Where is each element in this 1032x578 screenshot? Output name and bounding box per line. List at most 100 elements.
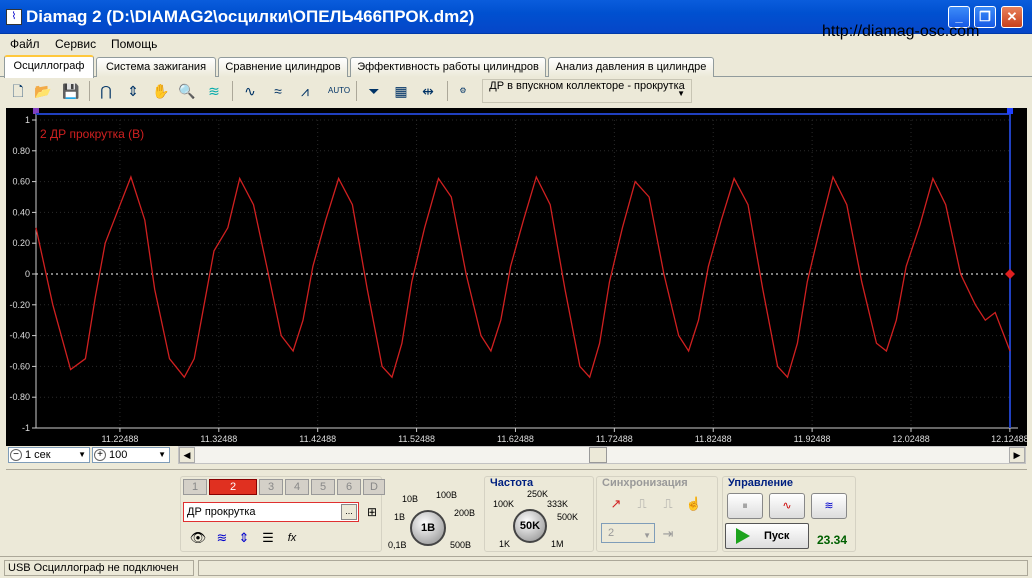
diamag-app-icon[interactable]: ⌇ [6, 9, 22, 25]
voltage-label: 200В [454, 508, 476, 518]
channel-button-d[interactable]: D [363, 479, 385, 495]
frequency-label: 1M [551, 539, 564, 549]
scroll-thumb[interactable] [589, 447, 607, 463]
x-tick-label: 11.42488 [299, 434, 336, 444]
tab-cylinder-efficiency[interactable]: Эффективность работы цилиндров [350, 57, 546, 77]
fps-value: 23.34 [817, 533, 848, 547]
signal-browse-button[interactable]: ... [341, 504, 357, 520]
hand-pan-icon[interactable]: ✋ [151, 81, 171, 101]
voltage-label: 1В [394, 512, 406, 522]
scroll-right-icon[interactable]: ▶ [1009, 447, 1025, 463]
oscilloscope-display[interactable]: 1 0.80 0.60 0.40 0.20 0 -0.20 -0.40 -0.60 -0.80 -1… [6, 108, 1027, 446]
sync-channel-select[interactable]: 2 ▼ [601, 523, 655, 543]
y-tick-label: 0.60 [12, 177, 30, 187]
ignition-icon[interactable]: ≋ [204, 81, 224, 101]
voltage-label: 0,1В [388, 540, 407, 550]
close-icon[interactable]: ✕ [1001, 6, 1023, 28]
auto-settings-icon[interactable]: ⚙ [453, 81, 473, 101]
menu-file[interactable]: Файл [10, 37, 40, 51]
multi-wave-icon[interactable]: ≋ [811, 493, 847, 519]
run-button[interactable]: Пуск [725, 523, 809, 549]
y-tick-label: -0.20 [9, 300, 30, 310]
sync-title: Синхронизация [602, 477, 688, 489]
sync-manual-icon[interactable]: ☝ [685, 495, 703, 513]
source-select[interactable]: ДР в впускном коллекторе - прокрутка ▼ [482, 79, 692, 103]
wave-peak-icon[interactable]: ⩘ [295, 81, 315, 101]
open-folder-icon[interactable]: 📂 [33, 81, 53, 101]
chevron-down-icon: ▼ [78, 450, 86, 459]
wave-invert-icon[interactable]: ≋ [213, 529, 231, 547]
hatch-icon[interactable]: ☰ [259, 529, 277, 547]
sync-edge-down-icon[interactable]: ⎍ [659, 495, 677, 513]
voltage-label: 100В [436, 490, 458, 500]
menu-help[interactable]: Помощь [111, 37, 157, 51]
voltage-knob-panel: 10В 100В 1В 200В 0,1В 500В 1В [388, 476, 484, 554]
frequency-label: 100K [493, 499, 515, 509]
table-icon[interactable]: ▦ [391, 81, 411, 101]
sync-shift-icon[interactable]: ⇥ [659, 525, 677, 543]
tab-ignition[interactable]: Система зажигания [96, 57, 216, 77]
voltage-knob[interactable]: 1В [410, 510, 446, 546]
chevron-down-icon: ▼ [158, 450, 166, 459]
tab-cylinder-compare[interactable]: Сравнение цилиндров [218, 57, 348, 77]
time-bar: − 1 сек ▼ + 100 ▼ ◀ ▶ [6, 446, 1027, 464]
cursor-line-icon[interactable]: ⇹ [418, 81, 438, 101]
eye-icon[interactable]: 👁 [189, 529, 207, 547]
x-tick-label: 11.52488 [398, 434, 435, 444]
signal-list-icon[interactable]: ⊞ [363, 503, 381, 521]
auto-scale-icon[interactable]: AUTO [328, 81, 350, 101]
wave-filter-icon[interactable]: ≈ [268, 81, 288, 101]
minus-icon[interactable]: − [10, 449, 22, 461]
source-select-label: ДР в впускном коллекторе - прокрутка [489, 80, 685, 92]
sync-rising-icon[interactable]: ↗ [607, 495, 625, 513]
vertical-shift-icon[interactable]: ⇕ [235, 529, 253, 547]
trigger-marker [1005, 269, 1015, 279]
timebase-value: 1 сек [25, 449, 51, 461]
channel-button-2[interactable]: 2 [209, 479, 257, 495]
y-tick-label: 0.40 [12, 207, 30, 217]
new-file-icon[interactable]: 🗋 [8, 81, 28, 101]
channel-label: 2 ДР прокрутка (В) [40, 127, 145, 141]
channel-button-6[interactable]: 6 [337, 479, 361, 495]
run-label: Пуск [764, 530, 790, 542]
chevron-down-icon: ▼ [677, 89, 685, 98]
x-tick-label: 11.22488 [101, 434, 138, 444]
play-icon [736, 528, 750, 544]
tab-pressure-analysis[interactable]: Анализ давления в цилиндре [548, 57, 714, 77]
cursor-markers-icon[interactable]: ⋂ [96, 81, 116, 101]
frequency-label: 1K [499, 539, 511, 549]
x-tick-label: 11.62488 [497, 434, 534, 444]
function-icon[interactable]: fx [283, 529, 301, 547]
scroll-left-icon[interactable]: ◀ [179, 447, 195, 463]
timebase-select[interactable]: − 1 сек ▼ [8, 447, 90, 463]
sync-edge-up-icon[interactable]: ⎍ [633, 495, 651, 513]
pause-icon[interactable]: ⏸ [727, 493, 763, 519]
control-title: Управление [728, 477, 794, 489]
signal-input[interactable]: ДР прокрутка [183, 502, 359, 522]
menu-service[interactable]: Сервис [55, 37, 96, 51]
panel-divider[interactable] [6, 465, 1027, 470]
save-icon[interactable]: 💾 [61, 81, 81, 101]
tab-oscilloscope[interactable]: Осциллограф [4, 55, 94, 78]
x-tick-label: 11.82488 [695, 434, 732, 444]
sine-wave-icon[interactable]: ∿ [769, 493, 805, 519]
channel-filter-icon[interactable]: ⏷ [364, 81, 384, 101]
frequency-knob[interactable]: 50K [513, 509, 547, 543]
measure-icon[interactable]: ⇕ [123, 81, 143, 101]
voltage-label: 500В [450, 540, 472, 550]
zoom-icon[interactable]: 🔍 [177, 81, 197, 101]
x-tick-label: 11.32488 [200, 434, 237, 444]
channel-button-3[interactable]: 3 [259, 479, 283, 495]
x-tick-label: 12.12488 [991, 434, 1027, 444]
frequency-label: 333K [547, 499, 569, 509]
horizontal-scrollbar[interactable]: ◀ ▶ [178, 446, 1026, 464]
plus-icon[interactable]: + [94, 449, 106, 461]
channel-button-5[interactable]: 5 [311, 479, 335, 495]
wave-compare-icon[interactable]: ∿ [240, 81, 260, 101]
y-tick-label: 0 [25, 269, 30, 279]
zoom-select[interactable]: + 100 ▼ [92, 447, 170, 463]
channel-button-4[interactable]: 4 [285, 479, 309, 495]
frequency-label: 250K [527, 489, 549, 499]
zoom-value: 100 [109, 449, 128, 461]
channel-button-1[interactable]: 1 [183, 479, 207, 495]
